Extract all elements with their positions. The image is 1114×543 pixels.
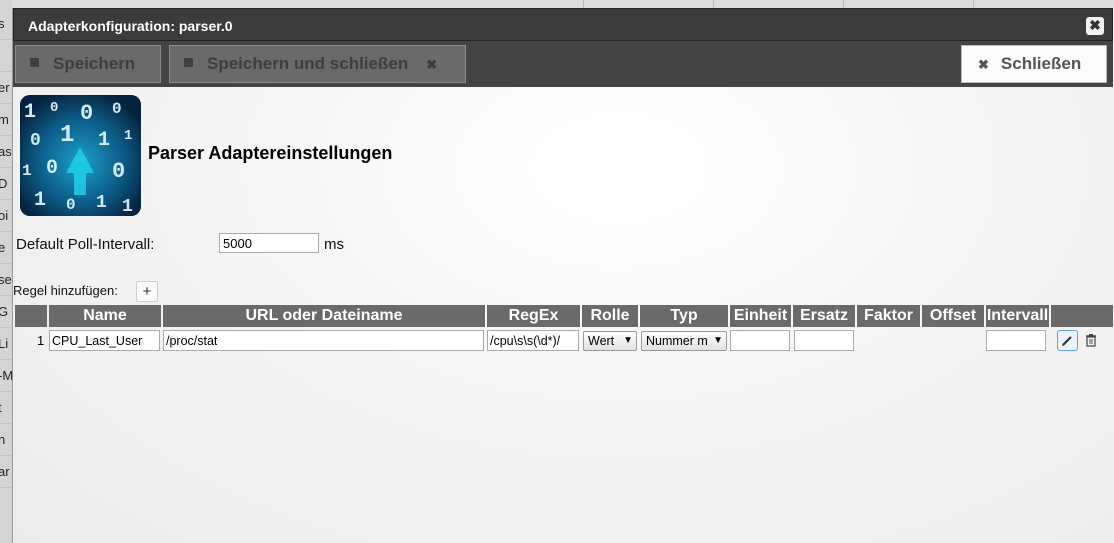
bg-fragment: er: [0, 72, 12, 104]
rule-url-input[interactable]: [163, 330, 484, 351]
rule-typ-select[interactable]: Nummer m ▼: [641, 331, 727, 351]
svg-text:0: 0: [30, 131, 41, 151]
rule-einheit-input[interactable]: [730, 330, 790, 351]
rule-name-input[interactable]: [49, 330, 160, 351]
svg-text:0: 0: [80, 101, 93, 126]
bg-fragment: oi: [0, 200, 12, 232]
svg-text:1: 1: [34, 189, 46, 212]
svg-text:0: 0: [112, 100, 122, 118]
save-button[interactable]: Speichern: [15, 45, 161, 83]
header-faktor: Faktor: [857, 305, 920, 327]
header-name: Name: [49, 305, 161, 327]
header-einheit: Einheit: [730, 305, 791, 327]
header-intervall: Intervall: [986, 305, 1049, 327]
svg-text:1: 1: [60, 122, 74, 149]
save-icon: [30, 58, 39, 68]
trash-icon: [1086, 334, 1096, 347]
background-page-strip: s i er m as D oi e se G Li -M t n ar: [0, 0, 12, 543]
svg-text:1: 1: [24, 101, 36, 124]
rule-rolle-value: Wert: [588, 334, 615, 348]
svg-text:0: 0: [46, 157, 58, 180]
header-url: URL oder Dateiname: [163, 305, 485, 327]
poll-interval-unit: ms: [324, 236, 344, 253]
close-small-icon: ✖: [978, 57, 989, 72]
bg-fragment: ar: [0, 456, 12, 488]
adapter-config-dialog: Adapterkonfiguration: parser.0 ✖ Speiche…: [12, 8, 1114, 543]
poll-interval-label: Default Poll-Intervall:: [16, 236, 155, 253]
svg-text:0: 0: [50, 100, 58, 116]
save-and-close-button[interactable]: Speichern und schließen ✖: [169, 45, 466, 83]
close-icon[interactable]: ✖: [1086, 17, 1104, 35]
bg-fragment: n: [0, 424, 12, 456]
bg-fragment: D: [0, 168, 12, 200]
bg-fragment: i: [0, 40, 12, 72]
rule-regex-input[interactable]: [487, 330, 579, 351]
header-offset: Offset: [922, 305, 984, 327]
header-regex: RegEx: [487, 305, 580, 327]
header-ersatz: Ersatz: [793, 305, 855, 327]
binary-logo-graphic: 1000 0111 100 1011: [20, 95, 141, 216]
bg-fragment: s: [0, 8, 12, 40]
close-small-icon: ✖: [426, 57, 438, 72]
svg-text:1: 1: [122, 197, 133, 216]
header-index: [15, 305, 47, 327]
bg-fragment: se: [0, 264, 12, 296]
header-typ: Typ: [640, 305, 728, 327]
svg-text:1: 1: [96, 193, 107, 213]
save-icon: [184, 58, 193, 68]
background-top-bar: [0, 0, 1114, 8]
add-rule-label: Regel hinzufügen:: [13, 283, 118, 298]
page-title: Parser Adaptereinstellungen: [148, 143, 393, 163]
delete-rule-button[interactable]: [1082, 330, 1100, 351]
bg-fragment: m: [0, 104, 12, 136]
rule-rolle-select[interactable]: Wert ▼: [583, 331, 637, 351]
svg-text:1: 1: [22, 162, 32, 180]
rule-ersatz-input[interactable]: [794, 330, 854, 351]
close-button-label: Schließen: [1000, 54, 1082, 73]
rule-intervall-input[interactable]: [986, 330, 1046, 351]
header-rolle: Rolle: [582, 305, 638, 327]
svg-text:0: 0: [66, 196, 76, 214]
bg-fragment: as: [0, 136, 12, 168]
dialog-titlebar[interactable]: Adapterkonfiguration: parser.0 ✖: [13, 8, 1113, 41]
svg-text:0: 0: [112, 159, 125, 184]
rule-typ-value: Nummer m: [646, 334, 708, 348]
bg-fragment: Li: [0, 328, 12, 360]
chevron-down-icon: ▼: [713, 335, 723, 346]
bg-fragment: -M: [0, 360, 12, 392]
row-number: 1: [37, 333, 45, 348]
dialog-toolbar: Speichern Speichern und schließen ✖ ✖ Schl…: [13, 41, 1113, 87]
close-button[interactable]: ✖ Schließen: [961, 45, 1107, 83]
add-rule-button[interactable]: +: [136, 281, 158, 302]
save-button-label: Speichern: [53, 54, 136, 73]
svg-text:1: 1: [98, 129, 110, 152]
chevron-down-icon: ▼: [623, 335, 633, 346]
bg-fragment: t: [0, 392, 12, 424]
bg-fragment: G: [0, 296, 12, 328]
header-actions: [1051, 305, 1113, 327]
edit-rule-button[interactable]: [1057, 330, 1078, 351]
bg-fragment: e: [0, 232, 12, 264]
svg-text:1: 1: [124, 128, 132, 144]
parser-logo: 1000 0111 100 1011: [20, 95, 141, 216]
dialog-title: Adapterkonfiguration: parser.0: [28, 18, 233, 34]
pencil-icon: [1062, 336, 1072, 346]
save-and-close-label: Speichern und schließen: [207, 54, 409, 73]
poll-interval-input[interactable]: [219, 233, 319, 253]
